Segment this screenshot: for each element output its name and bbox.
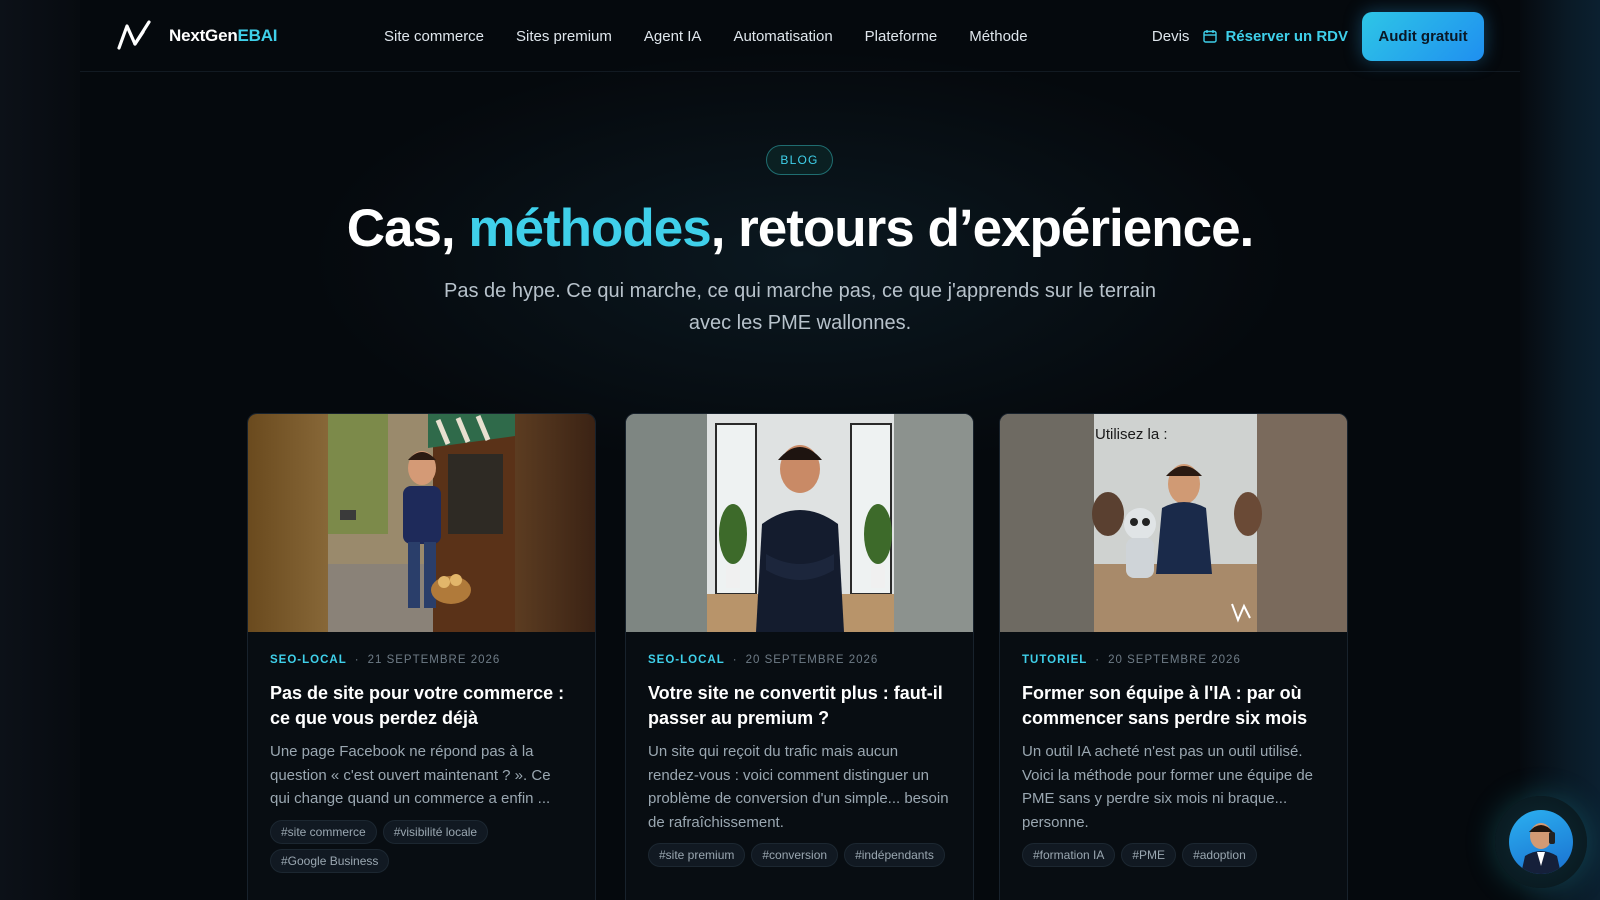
site-header: NextGenEBAI Site commerce Sites premium … [80,0,1520,72]
card-meta: SEO-LOCAL · 20 SEPTEMBRE 2026 [648,654,879,666]
brand-logo-icon [117,20,151,50]
main-nav: Site commerce Sites premium Agent IA Aut… [384,0,1060,72]
card-image [248,414,595,632]
tag[interactable]: #adoption [1182,843,1257,867]
card-title[interactable]: Former son équipe à l'IA : par où commen… [1022,681,1325,731]
blog-badge: BLOG [766,145,833,175]
card-title[interactable]: Votre site ne convertit plus : faut-il p… [648,681,951,731]
tag[interactable]: #site commerce [270,819,377,844]
card-tags: #site premium #conversion #indépendants [648,843,951,867]
brand-logo[interactable]: NextGenEBAI [117,20,278,52]
blog-card[interactable]: Utilisez la : TUTORIEL · 20 SEPTEMBRE 2026… [999,413,1348,900]
calendar-icon [1203,30,1218,43]
card-tags: #site commerce #visibilité locale #Googl… [270,819,573,873]
nav-sites-premium[interactable]: Sites premium [516,28,612,45]
card-category[interactable]: TUTORIEL [1022,654,1087,666]
page: NextGenEBAI Site commerce Sites premium … [80,0,1587,900]
devis-link[interactable]: Devis [1152,28,1190,45]
tag[interactable]: #PME [1121,843,1177,867]
card-category[interactable]: SEO-LOCAL [648,654,725,666]
card-image-caption: Utilisez la : [1095,426,1168,443]
assistant-avatar [1509,810,1573,874]
tag[interactable]: #site premium [648,843,746,867]
blog-card[interactable]: SEO-LOCAL · 20 SEPTEMBRE 2026 Votre site n… [625,413,974,900]
card-excerpt: Un outil IA acheté n'est pas un outil ut… [1022,743,1314,831]
right-margin [1520,0,1600,900]
card-category[interactable]: SEO-LOCAL [270,654,347,666]
nav-agent-ia[interactable]: Agent IA [644,28,702,45]
card-excerpt: Un site qui reçoit du trafic mais aucun … [648,743,949,831]
nav-methode[interactable]: Méthode [969,28,1027,45]
card-image: Utilisez la : [1000,414,1347,632]
header-actions: Devis Réserver un RDV Audit gratuit [1152,11,1484,61]
card-excerpt: Une page Facebook ne répond pas à la que… [270,743,551,807]
tag[interactable]: #formation IA [1022,843,1116,867]
card-meta: TUTORIEL · 20 SEPTEMBRE 2026 [1022,654,1241,666]
brand-name: NextGenEBAI [169,26,278,45]
tag[interactable]: #indépendants [844,843,945,867]
tag[interactable]: #Google Business [270,848,390,873]
nav-plateforme[interactable]: Plateforme [865,28,938,45]
blog-card[interactable]: SEO-LOCAL · 21 SEPTEMBRE 2026 Pas de site … [247,413,596,900]
card-title[interactable]: Pas de site pour votre commerce : ce que… [270,681,573,731]
card-date: 20 SEPTEMBRE 2026 [1108,654,1241,666]
page-subtitle: Pas de hype. Ce qui marche, ce qui march… [444,280,1156,334]
chat-widget-button[interactable] [1495,796,1587,888]
left-margin [0,0,80,900]
book-appointment-label: Réserver un RDV [1225,27,1348,45]
card-image [626,414,973,632]
book-appointment-link[interactable]: Réserver un RDV [1203,28,1348,45]
card-meta: SEO-LOCAL · 21 SEPTEMBRE 2026 [270,654,501,666]
card-date: 20 SEPTEMBRE 2026 [745,654,879,666]
nav-site-commerce[interactable]: Site commerce [384,28,484,45]
nav-automatisation[interactable]: Automatisation [733,28,832,45]
audit-button[interactable]: Audit gratuit [1362,11,1484,61]
card-date: 21 SEPTEMBRE 2026 [367,654,501,666]
tag[interactable]: #conversion [751,843,839,867]
page-title: Cas, méthodes, retours d’expérience. [346,199,1255,258]
card-tags: #formation IA #PME #adoption [1022,843,1325,867]
tag[interactable]: #visibilité locale [382,819,489,844]
